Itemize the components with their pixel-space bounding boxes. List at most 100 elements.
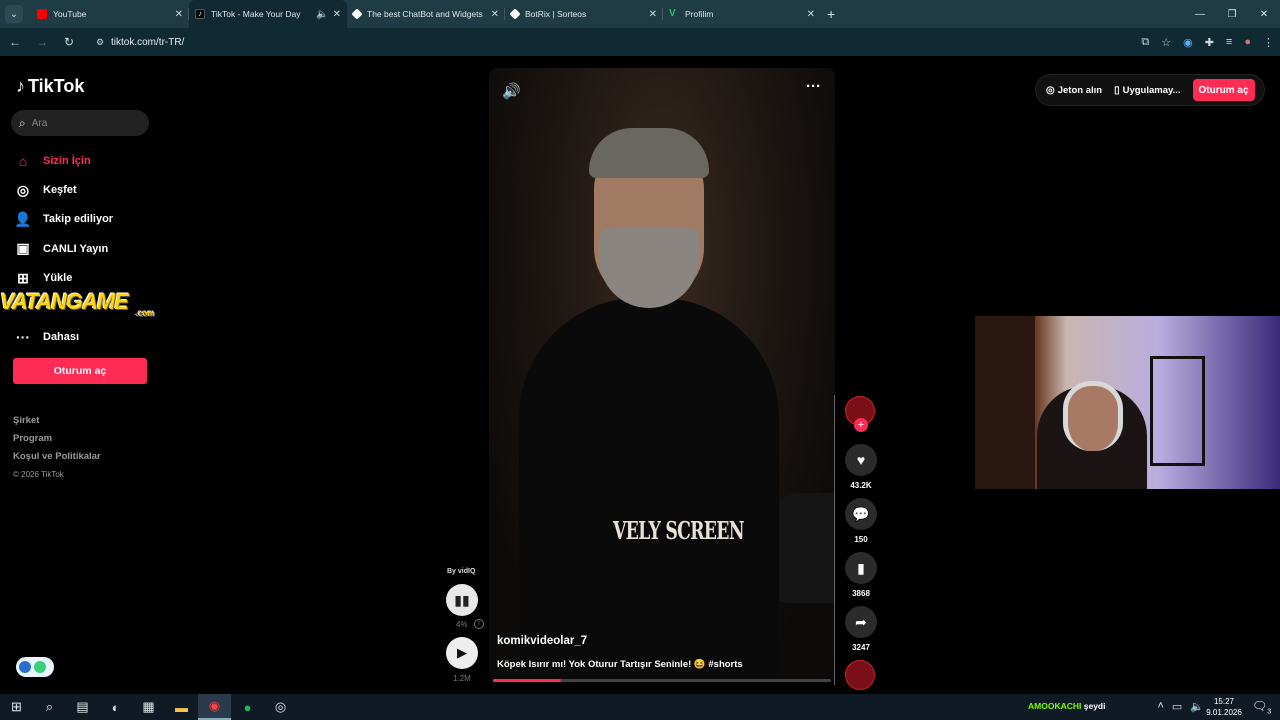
tab-botrix[interactable]: BotRix | Sorteos ✕ [505,0,663,28]
store-icon[interactable]: ▦ [132,694,165,720]
volume-icon[interactable]: 🔊 [502,82,521,100]
chat-message: şeydi [1083,701,1106,711]
play-button[interactable]: ▶ [446,637,478,669]
header-login-button[interactable]: Oturum aç [1192,79,1255,101]
profile-avatar-icon[interactable]: ● [1244,36,1251,48]
sidebar-login-button[interactable]: Oturum aç [13,358,147,384]
vidiq-stats-button[interactable]: ▮▮ [446,584,478,616]
footer-link-terms[interactable]: Koşul ve Politikalar [13,448,101,466]
folder-icon[interactable]: ▬ [165,694,198,720]
bookmark-star-icon[interactable]: ☆ [1161,36,1171,49]
comment-count: 150 [854,535,868,544]
tab-youtube[interactable]: YouTube ✕ [31,0,189,28]
video-watermark: VELY SCREEN [613,516,745,545]
like-button[interactable]: ♥ [845,444,877,476]
steam-icon[interactable]: ◐ [99,694,132,720]
get-coins-button[interactable]: ◎ Jeton alın [1046,85,1102,96]
youtube-icon [37,9,47,19]
diamond-icon [351,8,363,20]
sidebar-item-for-you[interactable]: ⌂ Sizin İçin [14,146,164,175]
back-button[interactable]: ← [3,30,27,54]
header-actions: ◎ Jeton alın ▯ Uygulamay... Oturum aç [1035,74,1265,106]
close-icon[interactable]: ✕ [649,9,657,20]
tiktok-icon: ♪ [195,9,205,19]
follow-plus-icon[interactable]: + [854,418,868,432]
sidebar-item-more[interactable]: ··· Dahası [14,322,164,351]
tab-profilim[interactable]: V Profilim ✕ [663,0,821,28]
close-icon[interactable]: ✕ [807,9,815,20]
window-controls: — ❐ ✕ [1184,0,1280,28]
footer-link-company[interactable]: Şirket [13,412,101,430]
extension-icon[interactable]: ◉ [1183,36,1193,49]
sidebar-item-live[interactable]: ▣ CANLI Yayın [14,234,164,263]
floating-extension-button[interactable] [16,657,54,677]
vatangame-logo: VATANGAME .com [0,289,155,318]
puzzle-icon[interactable]: ✚ [1205,36,1214,49]
notification-icon[interactable]: 🗨3 [1252,699,1271,715]
tab-chatbot[interactable]: The best ChatBot and Widgets ✕ [347,0,505,28]
reload-button[interactable]: ↻ [57,30,81,54]
close-icon[interactable]: ✕ [333,9,341,20]
video-caption: Köpek Isırır mı! Yok Oturur Tartışır Sen… [497,659,743,670]
close-icon[interactable]: ✕ [175,9,183,20]
chrome-icon[interactable]: ◉ [198,694,231,720]
restore-button[interactable]: ❐ [1216,0,1248,28]
obs-icon[interactable]: ◎ [264,694,297,720]
share-count: 3247 [852,643,870,652]
share-button[interactable]: ➦ [845,606,877,638]
video-author[interactable]: komikvideolar_7 [497,635,587,647]
minimize-button[interactable]: — [1184,0,1216,28]
close-window-button[interactable]: ✕ [1248,0,1280,28]
action-bar: + ♥ 43.2K 💬 150 ▮ 3868 ➦ 3247 [845,396,877,690]
video-player[interactable]: VELY SCREEN 🔊 ··· [489,68,835,683]
search-input[interactable]: ⌕ Ara [11,110,149,136]
info-icon[interactable]: i [474,619,484,629]
sidebar-nav: ⌂ Sizin İçin ◎ Keşfet 👤 Takip ediliyor ▣… [14,146,164,352]
tab-tiktok[interactable]: ♪ TikTok - Make Your Day 🔈 ✕ [189,0,347,28]
sidebar-item-explore[interactable]: ◎ Keşfet [14,175,164,204]
new-tab-button[interactable]: + [827,6,835,22]
sidebar-item-label: Yükle [43,272,73,285]
task-view-icon[interactable]: ▤ [66,694,99,720]
speaker-icon[interactable]: 🔈 [316,9,328,20]
windows-start-icon[interactable]: ⊞ [0,694,33,720]
user-icon: 👤 [14,210,32,227]
install-icon[interactable]: ⧉ [1141,36,1149,49]
media-icon[interactable]: ≡ [1226,36,1232,48]
webcam-overlay [975,316,1280,489]
coin-icon: ◎ [1046,84,1055,96]
site-info-icon[interactable]: ⚙ [93,35,107,49]
search-icon[interactable]: ⌕ [33,694,66,720]
close-icon[interactable]: ✕ [491,9,499,20]
kebab-menu-icon[interactable]: ⋮ [1263,36,1274,49]
save-button[interactable]: ▮ [845,552,877,584]
network-icon[interactable]: ▭ [1172,700,1182,713]
webcam-shelf [1150,356,1205,466]
spotify-icon[interactable]: ● [231,694,264,720]
person-hair [589,128,709,178]
comment-button[interactable]: 💬 [845,498,877,530]
sound-avatar[interactable] [845,660,875,690]
tiktok-note-icon: ♪ [16,76,25,96]
v-logo-icon: V [669,8,676,19]
sidebar-item-following[interactable]: 👤 Takip ediliyor [14,205,164,234]
video-progress-bar[interactable] [493,679,831,682]
brand-text: VATANGAME [0,289,129,314]
get-app-button[interactable]: ▯ Uygulamay... [1114,85,1180,96]
forward-button[interactable]: → [30,30,54,54]
address-bar: ← → ↻ ⚙ tiktok.com/tr-TR/ [0,28,1280,56]
url-field[interactable]: ⚙ tiktok.com/tr-TR/ [87,31,1147,53]
tab-search-button[interactable]: ⌄ [5,5,23,23]
vidiq-percent: 4% [456,620,468,629]
creator-avatar[interactable]: + [845,396,875,432]
tab-title: The best ChatBot and Widgets [367,9,483,19]
more-options-icon[interactable]: ··· [806,78,821,95]
copyright-text: © 2026 TikTok [13,470,64,479]
sidebar-footer: Şirket Program Koşul ve Politikalar © 20… [13,412,101,484]
footer-link-program[interactable]: Program [13,430,101,448]
chevron-up-icon[interactable]: ˄ [1157,700,1163,713]
search-icon: ⌕ [19,115,26,130]
tiktok-logo[interactable]: ♪ TikTok [16,76,84,97]
clock[interactable]: 15:27 9.01.2026 [1202,696,1246,718]
like-count: 43.2K [850,481,872,490]
